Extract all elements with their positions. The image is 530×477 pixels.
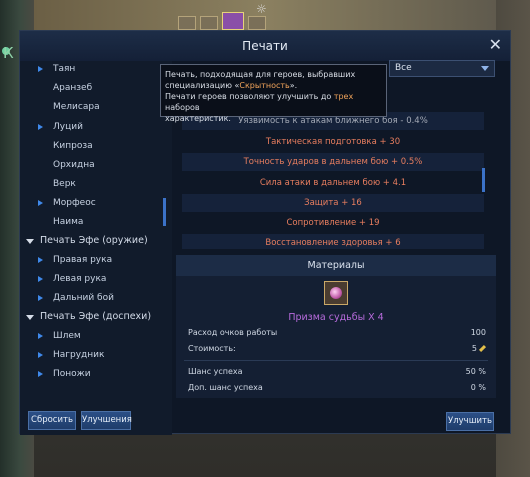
stat-row: Тактическая подготовка + 30 bbox=[265, 137, 401, 147]
tree-item-left-hand[interactable]: Левая рука bbox=[20, 270, 170, 288]
cost-label: Стоимость: bbox=[188, 344, 236, 353]
stat-row: Сила атаки в дальнем бою + 4.1 bbox=[259, 178, 407, 188]
cost-value: 5 bbox=[471, 344, 477, 353]
sidebar-scrollbar[interactable] bbox=[163, 198, 166, 226]
tree-group-efe-weapon[interactable]: Печать Эфе (оружие) bbox=[20, 232, 170, 250]
expand-arrow-icon bbox=[38, 352, 43, 358]
cost-row: Стоимость: 5 bbox=[188, 341, 487, 357]
tree-item-melisara[interactable]: Мелисара bbox=[20, 98, 170, 116]
tooltip-line: характеристик. bbox=[165, 114, 231, 123]
tree-item-orkhidna[interactable]: Орхидна bbox=[20, 156, 170, 174]
tooltip-highlight: трех bbox=[333, 92, 354, 101]
sun-icon: ☼ bbox=[256, 2, 267, 16]
tree-item-tayan[interactable]: Таян bbox=[20, 60, 170, 78]
top-toolbar bbox=[178, 12, 266, 30]
upgrade-button[interactable]: Улучшить bbox=[446, 412, 494, 431]
tree-group-efe-armor[interactable]: Печать Эфе (доспехи) bbox=[20, 308, 170, 326]
toolbar-slot-icon[interactable] bbox=[248, 16, 266, 30]
tree-item-lucius[interactable]: Луций bbox=[20, 118, 170, 136]
stat-row: Восстановление здоровья + 6 bbox=[182, 234, 484, 249]
tree-item-chest[interactable]: Нагрудник bbox=[20, 346, 170, 364]
work-points-row: Расход очков работы 100 bbox=[188, 325, 486, 341]
expand-arrow-icon bbox=[38, 276, 43, 282]
window-titlebar: Печати bbox=[20, 31, 510, 61]
tree-item-naima[interactable]: Наима bbox=[20, 213, 170, 231]
collapse-arrow-icon bbox=[26, 239, 34, 244]
expand-arrow-icon bbox=[38, 257, 43, 263]
toolbar-selected-slot-icon[interactable] bbox=[222, 12, 244, 30]
collapse-arrow-icon bbox=[26, 315, 34, 320]
success-chance-label: Шанс успеха bbox=[188, 367, 243, 376]
materials-panel: Материалы Призма судьбы X 4 Расход очков… bbox=[176, 255, 496, 398]
expand-arrow-icon bbox=[38, 295, 43, 301]
close-icon[interactable]: ✕ bbox=[489, 31, 502, 59]
filter-dropdown[interactable]: Все bbox=[389, 60, 495, 77]
material-name: Призма судьбы X 4 bbox=[288, 312, 384, 323]
gem-icon bbox=[330, 287, 342, 299]
expand-arrow-icon bbox=[38, 333, 43, 339]
tooltip-highlight: Скрытность bbox=[239, 81, 290, 90]
tooltip-line: Печати героев позволяют улучшить до трех… bbox=[165, 92, 354, 112]
extra-success-value: 0 % bbox=[470, 383, 486, 392]
expand-arrow-icon bbox=[38, 371, 43, 377]
tree-item-verk[interactable]: Верк bbox=[20, 175, 170, 193]
stat-row: Защита + 16 bbox=[182, 194, 484, 212]
seal-tooltip: Печать, подходящая для героев, выбравших… bbox=[160, 64, 387, 123]
upgrades-button[interactable]: Улучшения bbox=[81, 411, 132, 430]
extra-success-row: Доп. шанс успеха 0 % bbox=[188, 380, 486, 396]
expand-arrow-icon bbox=[38, 200, 43, 206]
work-points-label: Расход очков работы bbox=[188, 328, 278, 337]
extra-success-label: Доп. шанс успеха bbox=[188, 383, 263, 392]
prism-of-fate-icon[interactable] bbox=[324, 281, 348, 305]
tooltip-line: Печать, подходящая для героев, выбравших bbox=[165, 70, 356, 79]
reset-button[interactable]: Сбросить bbox=[28, 411, 76, 430]
seal-category-tree: Таян Аранзеб Мелисара Луций Кипроза Орхи… bbox=[20, 61, 172, 435]
tree-item-kiproza[interactable]: Кипроза bbox=[20, 137, 170, 155]
success-chance-row: Шанс успеха 50 % bbox=[188, 364, 486, 380]
stats-scrollbar[interactable] bbox=[482, 168, 485, 192]
tree-item-ranged[interactable]: Дальний бой bbox=[20, 289, 170, 307]
window-title: Печати bbox=[242, 39, 288, 53]
expand-arrow-icon bbox=[38, 124, 43, 130]
tooltip-line: специализацию «Скрытность». bbox=[165, 81, 298, 90]
stat-row: Сопротивление + 19 bbox=[286, 218, 380, 228]
tree-item-morfeos[interactable]: Морфеос bbox=[20, 194, 170, 212]
stat-row: Точность ударов в дальнем бою + 0.5% bbox=[182, 153, 484, 171]
divider bbox=[184, 360, 488, 361]
tree-item-legs[interactable]: Поножи bbox=[20, 365, 170, 383]
chevron-down-icon bbox=[481, 66, 489, 71]
expand-arrow-icon bbox=[38, 66, 43, 72]
cost-value-wrap: 5 bbox=[471, 341, 487, 357]
currency-icon bbox=[478, 344, 487, 353]
tree-item-right-hand[interactable]: Правая рука bbox=[20, 251, 170, 269]
toolbar-slot-icon[interactable] bbox=[200, 16, 218, 30]
materials-header: Материалы bbox=[176, 255, 496, 276]
success-chance-value: 50 % bbox=[465, 367, 486, 376]
work-points-value: 100 bbox=[470, 328, 486, 337]
tree-item-helmet[interactable]: Шлем bbox=[20, 327, 170, 345]
tree-item-aranzeb[interactable]: Аранзеб bbox=[20, 79, 170, 97]
toolbar-slot-icon[interactable] bbox=[178, 16, 196, 30]
background-text: К bbox=[3, 44, 14, 62]
filter-selected-value: Все bbox=[395, 63, 412, 73]
